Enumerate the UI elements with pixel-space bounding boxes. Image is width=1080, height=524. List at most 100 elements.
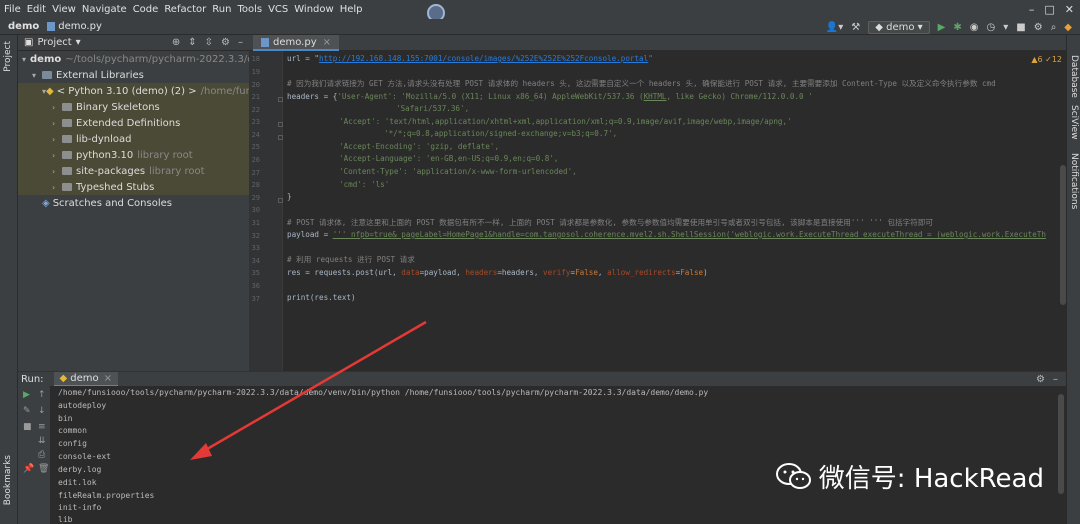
menu-navigate[interactable]: Navigate bbox=[82, 4, 127, 15]
chevron-right-icon[interactable]: › bbox=[52, 135, 62, 144]
chevron-right-icon[interactable]: › bbox=[52, 103, 62, 112]
run-icon[interactable]: ▶ bbox=[938, 22, 946, 33]
tree-item-typeshed-stubs[interactable]: › Typeshed Stubs bbox=[18, 179, 249, 195]
inspection-widget[interactable]: ▲6 ✓12 bbox=[1031, 55, 1062, 64]
tree-item-python310[interactable]: › python3.10 library root bbox=[18, 147, 249, 163]
chevron-down-icon[interactable]: ▾ bbox=[22, 55, 26, 64]
fold-icon[interactable] bbox=[278, 97, 283, 102]
console-scrollbar[interactable] bbox=[1058, 394, 1064, 494]
search-everywhere-icon[interactable]: ⌕ bbox=[1051, 22, 1057, 33]
menu-view[interactable]: View bbox=[52, 4, 76, 15]
hammer-icon[interactable]: ⚒ bbox=[851, 22, 860, 33]
menu-tools[interactable]: Tools bbox=[237, 4, 262, 15]
expand-all-icon[interactable]: ⇳ bbox=[205, 37, 213, 48]
profile-icon[interactable]: ◷ bbox=[987, 22, 996, 33]
url-link[interactable]: http://192.168.148.155:7001/console/imag… bbox=[319, 54, 648, 63]
maximize-icon[interactable]: □ bbox=[1044, 3, 1054, 16]
menu-code[interactable]: Code bbox=[133, 4, 159, 15]
menu-vcs[interactable]: VCS bbox=[268, 4, 288, 15]
more-run-icon[interactable]: ▾ bbox=[1003, 22, 1008, 33]
project-side-tab[interactable]: Project bbox=[3, 41, 13, 72]
scroll-down-icon[interactable]: ↓ bbox=[38, 406, 46, 416]
code-line-32: payload = '''_nfpb=true&_pageLabel=HomeP… bbox=[287, 229, 1046, 241]
gear-icon[interactable]: ⚙ bbox=[221, 37, 230, 48]
console-line: lib bbox=[58, 515, 73, 524]
scratches-icon: ◈ bbox=[42, 197, 50, 209]
line-number: 25 bbox=[251, 143, 260, 151]
main-toolbar: 👤▾ ⚒ ◆ demo ▾ ▶ ✱ ◉ ◷ ▾ ■ ⚙ ⌕ ◆ bbox=[826, 19, 1072, 35]
chevron-right-icon[interactable]: › bbox=[52, 151, 62, 160]
watermark: 微信号: HackRead bbox=[775, 458, 1044, 495]
chevron-down-icon[interactable]: ▾ bbox=[32, 71, 42, 80]
menu-run[interactable]: Run bbox=[212, 4, 231, 15]
python-icon: ◆ bbox=[46, 85, 54, 97]
run-console[interactable]: /home/funsiooo/tools/pycharm/pycharm-202… bbox=[50, 386, 1066, 524]
fold-icon[interactable] bbox=[278, 135, 283, 140]
chevron-right-icon[interactable]: › bbox=[52, 183, 62, 192]
breadcrumb-project[interactable]: demo bbox=[8, 21, 39, 32]
line-number: 20 bbox=[251, 81, 260, 89]
editor-scrollbar[interactable] bbox=[1060, 165, 1066, 305]
menu-refactor[interactable]: Refactor bbox=[164, 4, 206, 15]
console-line: edit.lok bbox=[58, 478, 97, 487]
minimize-icon[interactable]: – bbox=[1029, 3, 1035, 16]
locate-icon[interactable]: ⊕ bbox=[172, 37, 180, 48]
notifications-side-tab[interactable]: Notifications bbox=[1069, 153, 1079, 209]
run-config-selector[interactable]: ◆ demo ▾ bbox=[868, 20, 930, 34]
bookmarks-side-tab[interactable]: Bookmarks bbox=[3, 455, 13, 505]
scroll-up-icon[interactable]: ↑ bbox=[38, 390, 46, 400]
menu-file[interactable]: File bbox=[4, 4, 21, 15]
close-icon[interactable]: ✕ bbox=[1065, 3, 1074, 16]
tab-label: demo.py bbox=[273, 36, 317, 48]
menu-window[interactable]: Window bbox=[294, 4, 333, 15]
menu-edit[interactable]: Edit bbox=[27, 4, 46, 15]
code-editor[interactable]: url = "http://192.168.148.155:7001/conso… bbox=[287, 51, 1066, 371]
chevron-right-icon[interactable]: › bbox=[52, 167, 62, 176]
sciview-side-tab[interactable]: SciView bbox=[1069, 105, 1079, 140]
chevron-down-icon[interactable]: ▾ bbox=[76, 37, 81, 48]
print-icon[interactable]: ⎙ bbox=[38, 450, 45, 460]
database-side-tab[interactable]: Database bbox=[1069, 55, 1079, 98]
project-panel-title[interactable]: Project bbox=[37, 37, 71, 48]
code-line-27: 'Content-Type': 'application/x-www-form-… bbox=[339, 167, 577, 176]
chevron-right-icon[interactable]: › bbox=[52, 119, 62, 128]
debug-icon[interactable]: ✱ bbox=[953, 22, 961, 33]
tree-item-site-packages[interactable]: › site-packages library root bbox=[18, 163, 249, 179]
tree-item-scratches[interactable]: ◈ Scratches and Consoles bbox=[18, 195, 249, 211]
account-icon[interactable]: 👤▾ bbox=[826, 22, 843, 33]
code-token: url = " bbox=[287, 54, 320, 63]
tree-item-demo[interactable]: ▾ demo ~/tools/pycharm/pycharm-2022.3.3/… bbox=[18, 51, 249, 67]
rerun-icon[interactable]: ▶ bbox=[23, 390, 30, 400]
wechat-icon bbox=[775, 462, 813, 492]
tree-item-label: demo bbox=[30, 53, 62, 65]
tree-item-python-sdk[interactable]: ▾ ◆ < Python 3.10 (demo) (2) > /home/fun… bbox=[18, 83, 249, 99]
tree-item-lib-dynload[interactable]: › lib-dynload bbox=[18, 131, 249, 147]
collapse-all-icon[interactable]: ⇕ bbox=[188, 37, 196, 48]
fold-icon[interactable] bbox=[278, 198, 283, 203]
tree-item-external-libraries[interactable]: ▾ External Libraries bbox=[18, 67, 249, 83]
tree-item-extended-definitions[interactable]: › Extended Definitions bbox=[18, 115, 249, 131]
hide-icon[interactable]: – bbox=[238, 37, 243, 48]
tab-demo-py[interactable]: demo.py × bbox=[253, 35, 340, 51]
editor-gutter: 18 19 20 21 22 23 24 25 26 27 28 29 30 3… bbox=[249, 51, 283, 371]
trash-icon[interactable]: 🗑 bbox=[38, 464, 49, 474]
pin-icon[interactable]: 📌 bbox=[23, 464, 34, 474]
wrench-icon[interactable]: ✎ bbox=[23, 406, 31, 416]
tree-item-binary-skeletons[interactable]: › Binary Skeletons bbox=[18, 99, 249, 115]
run-tab-demo[interactable]: ◆ demo × bbox=[53, 371, 118, 387]
scroll-to-end-icon[interactable]: ⇊ bbox=[38, 436, 46, 446]
hide-icon[interactable]: – bbox=[1053, 374, 1058, 385]
close-icon[interactable]: × bbox=[323, 37, 331, 48]
gear-icon[interactable]: ⚙ bbox=[1036, 374, 1045, 385]
breadcrumb-file[interactable]: demo.py bbox=[47, 21, 102, 32]
code-token: False bbox=[680, 268, 704, 277]
soft-wrap-icon[interactable]: ≡ bbox=[38, 422, 46, 432]
settings-icon[interactable]: ⚙ bbox=[1034, 22, 1043, 33]
code-line-25: 'Accept-Encoding': 'gzip, deflate', bbox=[339, 142, 500, 151]
coverage-icon[interactable]: ◉ bbox=[970, 22, 979, 33]
stop-icon[interactable]: ■ bbox=[23, 422, 32, 432]
fold-icon[interactable] bbox=[278, 122, 283, 127]
close-icon[interactable]: × bbox=[104, 373, 112, 384]
menu-help[interactable]: Help bbox=[340, 4, 363, 15]
stop-icon[interactable]: ■ bbox=[1016, 22, 1025, 33]
